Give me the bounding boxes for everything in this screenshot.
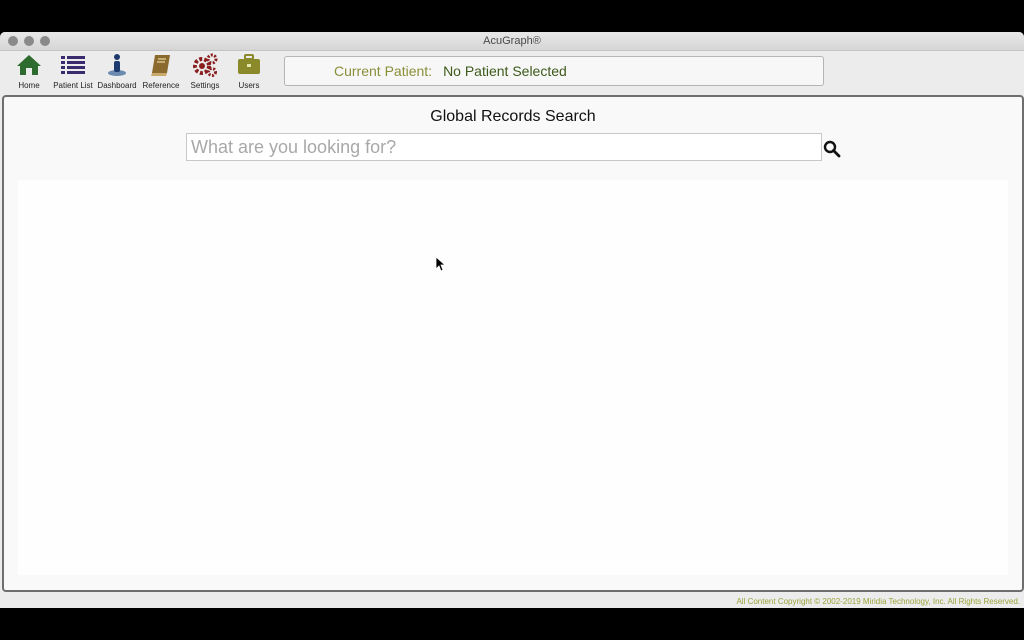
toolbar-settings-button[interactable]: Settings [183, 53, 227, 93]
dashboard-icon [108, 54, 126, 76]
toolbar-patient-list-button[interactable]: Patient List [51, 53, 95, 93]
page-title: Global Records Search [430, 108, 596, 125]
search-results-area [18, 180, 1008, 575]
search-input[interactable] [186, 133, 822, 161]
current-patient-box[interactable]: Current Patient: No Patient Selected [284, 56, 824, 86]
book-icon [151, 55, 170, 76]
app-window: AcuGraph® Home Patient List Dashboard Re… [0, 32, 1024, 608]
window-title: AcuGraph® [483, 35, 541, 47]
toolbar-dashboard-button[interactable]: Dashboard [95, 53, 139, 93]
toolbar-dashboard-label: Dashboard [97, 81, 137, 90]
toolbar-patient-list-label: Patient List [53, 81, 93, 90]
toolbar-users-button[interactable]: Users [227, 53, 271, 93]
toolbar-home-label: Home [18, 81, 40, 90]
main-panel: Global Records Search [2, 95, 1024, 592]
toolbar-settings-label: Settings [190, 81, 220, 90]
search-icon[interactable] [823, 140, 841, 158]
toolbar-home-button[interactable]: Home [7, 53, 51, 93]
toolbar-reference-button[interactable]: Reference [139, 53, 183, 93]
current-patient-label: Current Patient: [334, 63, 433, 79]
mouse-cursor-icon [435, 256, 445, 272]
current-patient-value: No Patient Selected [443, 63, 567, 79]
toolbar-reference-label: Reference [142, 81, 180, 90]
home-icon [17, 55, 41, 75]
toolbar-users-label: Users [238, 81, 260, 90]
list-icon [61, 56, 85, 74]
briefcase-icon [238, 54, 260, 74]
title-bar: AcuGraph® [0, 32, 1024, 51]
gears-icon [193, 53, 218, 77]
copyright-footer: All Content Copyright © 2002-2019 Miridi… [736, 597, 1020, 606]
